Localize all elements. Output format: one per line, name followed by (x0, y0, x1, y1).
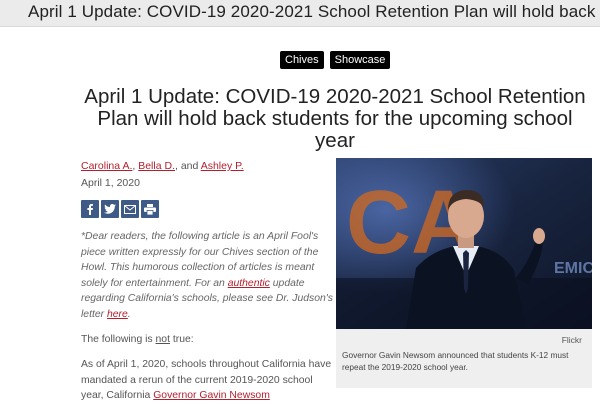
authentic-link[interactable]: authentic (228, 278, 270, 289)
author-link-bella[interactable]: Bella D. (138, 160, 175, 172)
header-title: April 1 Update: COVID-19 2020-2021 Schoo… (28, 2, 600, 21)
category-tags: Chives Showcase (280, 51, 391, 69)
email-icon[interactable] (121, 200, 139, 218)
author-link-ashley[interactable]: Ashley P. (201, 160, 244, 172)
top-header-bar: April 1 Update: COVID-19 2020-2021 Schoo… (0, 0, 600, 27)
share-buttons (81, 200, 159, 218)
author-byline: Carolina A., Bella D., and Ashley P. (81, 160, 244, 172)
featured-photo[interactable]: CA EMIC (336, 158, 592, 329)
author-separator: , and (174, 160, 201, 172)
tag-chives[interactable]: Chives (280, 51, 324, 69)
photo-credit: Flickr (561, 335, 582, 345)
backdrop-side-text: EMIC (554, 260, 592, 277)
print-icon[interactable] (141, 200, 159, 218)
tag-showcase[interactable]: Showcase (329, 51, 391, 69)
april-fools-disclaimer: *Dear readers, the following article is … (81, 231, 333, 320)
featured-photo-figure: CA EMIC Flickr Governor Gavin Newsom ann… (336, 158, 592, 388)
body-paragraph-2: As of April 1, 2020, schools throughout … (81, 359, 332, 401)
publish-date: April 1, 2020 (81, 177, 140, 189)
body-paragraph-1: The following is not true: (81, 334, 194, 345)
article-headline: April 1 Update: COVID-19 2020-2021 Schoo… (84, 85, 586, 152)
author-link-carolina[interactable]: Carolina A. (81, 160, 132, 172)
here-link[interactable]: here (107, 309, 128, 320)
photo-caption: Governor Gavin Newsom announced that stu… (342, 350, 569, 372)
governor-link[interactable]: Governor Gavin Newsom (153, 390, 270, 401)
emphasis-not: not (155, 334, 170, 345)
facebook-icon[interactable] (81, 200, 99, 218)
twitter-icon[interactable] (101, 200, 119, 218)
